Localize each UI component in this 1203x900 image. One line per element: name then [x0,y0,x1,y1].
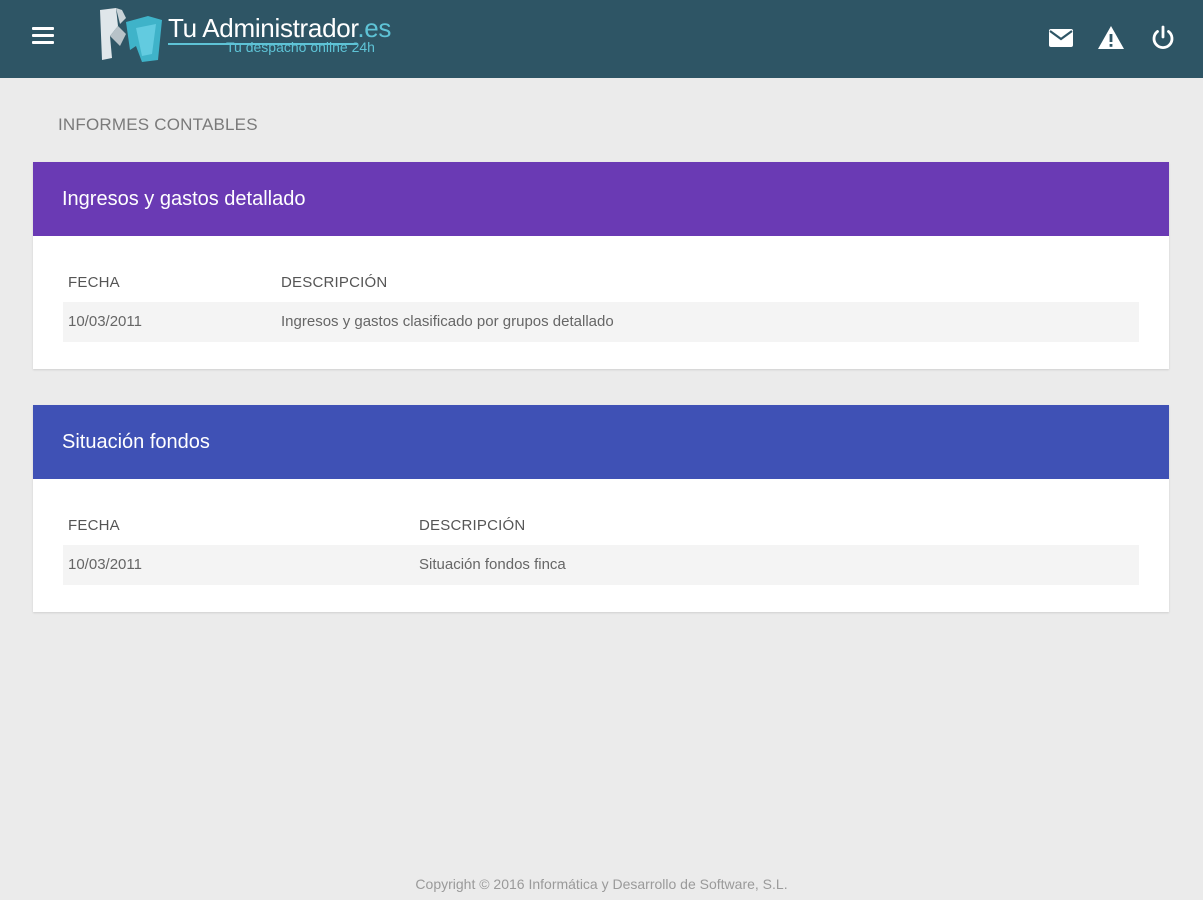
column-header-fecha: FECHA [68,517,120,534]
menu-button[interactable] [32,27,56,47]
column-header-descripcion: DESCRIPCIÓN [419,517,526,534]
cell-descripcion: Situación fondos finca [419,556,566,573]
app-logo[interactable]: Tu Administrador.es Tu despacho online 2… [96,6,416,66]
table-header-row: FECHA DESCRIPCIÓN [63,507,1139,545]
column-header-descripcion: DESCRIPCIÓN [281,274,388,291]
menu-icon [32,27,54,30]
logout-button[interactable] [1149,24,1177,52]
report-card-header: Situación fondos [33,405,1169,479]
table-header-row: FECHA DESCRIPCIÓN [63,264,1139,302]
mail-icon [1049,29,1073,47]
cell-descripcion: Ingresos y gastos clasificado por grupos… [281,313,614,330]
top-app-bar: Tu Administrador.es Tu despacho online 2… [0,0,1203,78]
report-card-ingresos-gastos: Ingresos y gastos detallado FECHA DESCRI… [33,162,1169,369]
column-header-fecha: FECHA [68,274,120,291]
footer-copyright: Copyright © 2016 Informática y Desarroll… [415,876,788,892]
report-table: FECHA DESCRIPCIÓN 10/03/2011 Ingresos y … [33,236,1169,369]
report-table: FECHA DESCRIPCIÓN 10/03/2011 Situación f… [33,479,1169,612]
cell-fecha: 10/03/2011 [68,313,142,330]
page-title: INFORMES CONTABLES [58,115,258,134]
alerts-button[interactable] [1097,24,1125,52]
table-row[interactable]: 10/03/2011 Ingresos y gastos clasificado… [63,302,1139,342]
mail-button[interactable] [1047,24,1075,52]
logo-mark-icon [100,8,162,62]
report-card-header: Ingresos y gastos detallado [33,162,1169,236]
logo-subtitle: Tu despacho online 24h [226,39,375,55]
report-card-title: Ingresos y gastos detallado [62,187,306,210]
table-row[interactable]: 10/03/2011 Situación fondos finca [63,545,1139,585]
power-icon [1152,25,1174,50]
warning-icon [1098,26,1124,49]
report-card-title: Situación fondos [62,430,210,453]
report-card-situacion-fondos: Situación fondos FECHA DESCRIPCIÓN 10/03… [33,405,1169,612]
cell-fecha: 10/03/2011 [68,556,142,573]
